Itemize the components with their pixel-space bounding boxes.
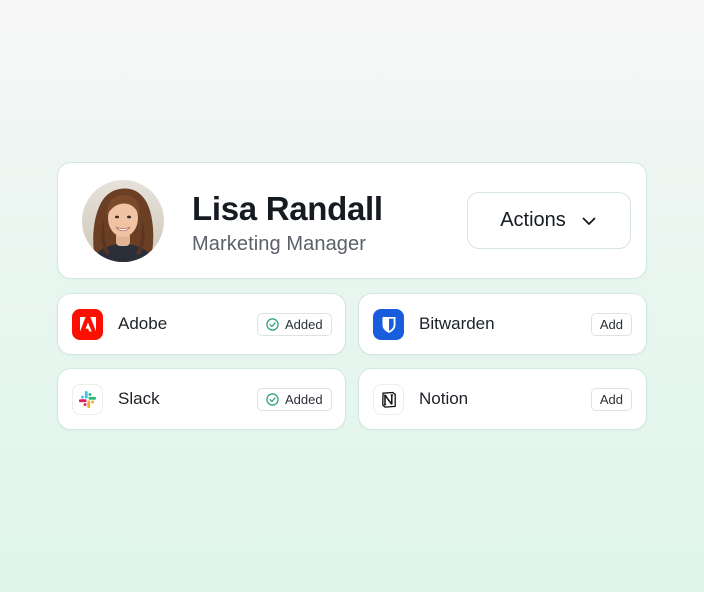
app-card-bitwarden: Bitwarden Add bbox=[358, 293, 647, 355]
page-background: Lisa Randall Marketing Manager Actions A… bbox=[0, 0, 704, 592]
slack-icon bbox=[72, 384, 103, 415]
app-name: Notion bbox=[419, 389, 469, 408]
app-card-notion: Notion Add bbox=[358, 368, 647, 430]
add-button[interactable]: Add bbox=[590, 313, 632, 336]
actions-dropdown-button[interactable]: Actions bbox=[467, 192, 631, 249]
profile-role: Marketing Manager bbox=[192, 233, 367, 255]
added-badge[interactable]: Added bbox=[257, 388, 332, 411]
avatar-photo-icon bbox=[82, 180, 164, 262]
app-card-slack: Slack Added bbox=[57, 368, 346, 430]
profile-name: Lisa Randall bbox=[192, 190, 383, 227]
add-button[interactable]: Add bbox=[590, 388, 632, 411]
badge-label: Added bbox=[285, 317, 323, 332]
adobe-icon bbox=[72, 309, 103, 340]
app-name: Slack bbox=[118, 389, 160, 408]
profile-card: Lisa Randall Marketing Manager Actions bbox=[57, 162, 647, 279]
badge-label: Added bbox=[285, 392, 323, 407]
app-card-adobe: Adobe Added bbox=[57, 293, 346, 355]
check-circle-icon bbox=[266, 318, 279, 331]
notion-icon bbox=[373, 384, 404, 415]
bitwarden-icon bbox=[373, 309, 404, 340]
app-name: Bitwarden bbox=[419, 314, 495, 333]
actions-label: Actions bbox=[500, 209, 566, 231]
badge-label: Add bbox=[599, 392, 623, 407]
check-circle-icon bbox=[266, 393, 279, 406]
badge-label: Add bbox=[599, 317, 623, 332]
app-name: Adobe bbox=[118, 314, 168, 333]
chevron-down-icon bbox=[582, 217, 596, 225]
avatar bbox=[82, 180, 164, 262]
added-badge[interactable]: Added bbox=[257, 313, 332, 336]
